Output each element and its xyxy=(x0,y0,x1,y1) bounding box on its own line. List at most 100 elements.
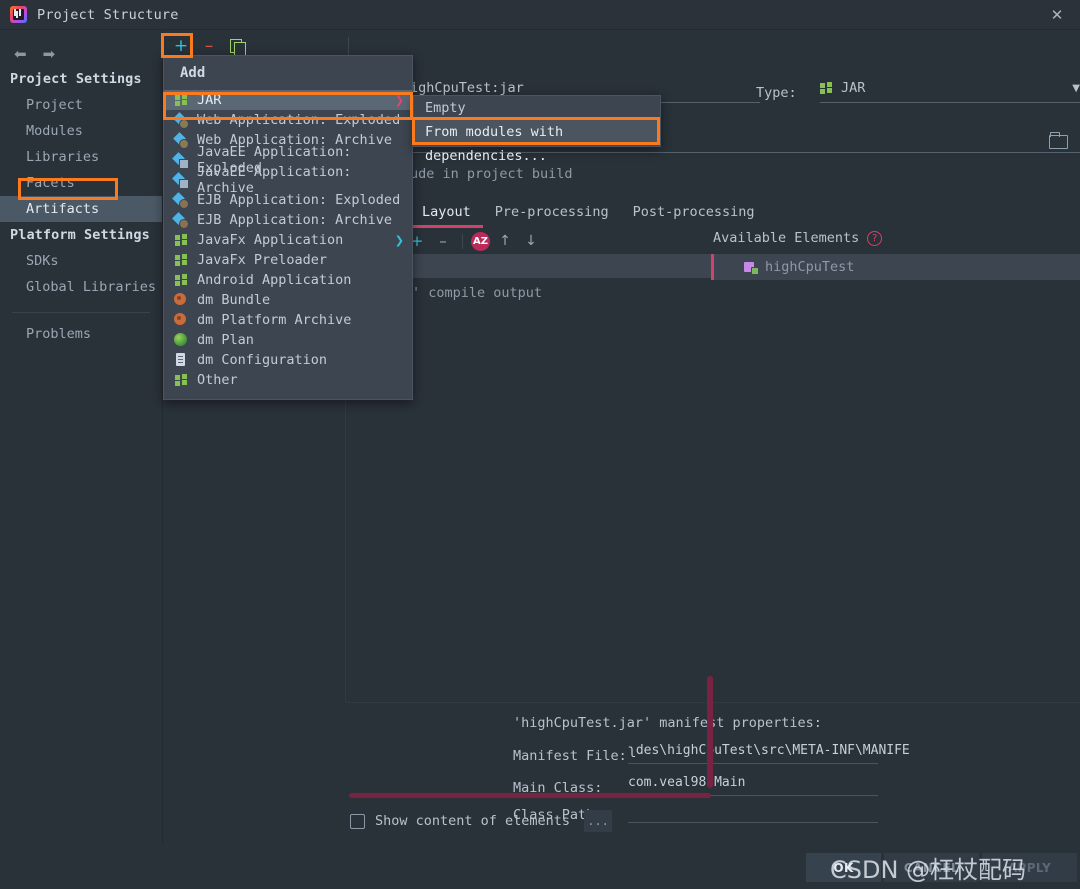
artifact-tabs: Layout Pre-processing Post-processing xyxy=(410,200,767,228)
manifest-file-value: ʅdes\highCpuTest\src\META-INF\MANIFE xyxy=(628,743,910,758)
available-element-label: highCpuTest xyxy=(765,259,855,275)
menu-item-other[interactable]: Other xyxy=(164,370,412,390)
available-elements-row[interactable]: highCpuTest xyxy=(714,254,1080,280)
close-icon[interactable]: ✕ xyxy=(1034,0,1080,30)
sidebar-item-global-libraries[interactable]: Global Libraries xyxy=(0,274,162,300)
artifact-type-underline xyxy=(820,102,1080,103)
menu-item-jar[interactable]: JAR ❯ xyxy=(164,90,412,110)
ellipsis-button[interactable]: ... xyxy=(584,810,613,832)
sidebar-nav-arrows: ⬅ ➡ xyxy=(0,30,162,66)
menu-item-dm-bundle[interactable]: dm Bundle xyxy=(164,290,412,310)
menu-item-android-application[interactable]: Android Application xyxy=(164,270,412,290)
sidebar-group-project-settings: Project Settings xyxy=(10,71,142,87)
tab-post-processing[interactable]: Post-processing xyxy=(621,200,767,228)
class-path-field[interactable] xyxy=(628,817,878,823)
window-title: Project Structure xyxy=(37,6,179,23)
watermark: CSDN @枉杖配码 xyxy=(830,856,1027,884)
web-application-icon xyxy=(174,133,189,149)
sidebar-item-modules[interactable]: Modules xyxy=(0,118,162,144)
sidebar: ⬅ ➡ Project Settings Project Modules Lib… xyxy=(0,30,163,845)
sort-alphabetically-icon[interactable]: AZ xyxy=(471,231,490,251)
menu-item-label: Other xyxy=(197,372,238,388)
include-in-project-build-checkbox[interactable]: ude in project build xyxy=(410,166,573,182)
manifest-file-field[interactable]: ʅdes\highCpuTest\src\META-INF\MANIFE xyxy=(628,743,910,764)
menu-item-label: dm Platform Archive xyxy=(197,312,352,328)
layout-toolbar-divider xyxy=(462,233,463,249)
menu-item-label: Web Application: Exploded xyxy=(197,112,401,128)
vertical-scrollbar[interactable] xyxy=(707,676,713,788)
sidebar-item-artifacts[interactable]: Artifacts xyxy=(0,196,162,222)
arrow-up-icon[interactable]: ↑ xyxy=(494,231,516,251)
module-icon xyxy=(744,261,759,275)
layout-remove-button[interactable]: – xyxy=(432,231,454,251)
other-icon xyxy=(174,373,188,387)
menu-item-label: EJB Application: Exploded xyxy=(197,192,401,208)
menu-item-dm-plan[interactable]: dm Plan xyxy=(164,330,412,350)
horizontal-scrollbar[interactable] xyxy=(349,793,711,798)
jar-icon xyxy=(820,81,833,95)
menu-item-label: dm Configuration xyxy=(197,352,328,368)
menu-item-label: JavaFx Preloader xyxy=(197,252,328,268)
submenu-item-from-modules-with-dependencies[interactable]: From modules with dependencies... xyxy=(414,120,660,164)
tab-pre-processing[interactable]: Pre-processing xyxy=(483,200,621,228)
toolbar-divider xyxy=(348,37,349,56)
submenu-item-empty[interactable]: Empty xyxy=(414,96,660,120)
show-content-label: Show content of elements xyxy=(375,813,571,829)
available-elements-header: Available Elements ? xyxy=(713,230,883,246)
jar-submenu: Empty From modules with dependencies... xyxy=(413,95,661,164)
javafx-icon xyxy=(174,253,188,267)
android-icon xyxy=(174,273,188,287)
menu-item-ejb-application-archive[interactable]: EJB Application: Archive xyxy=(164,210,412,230)
arrow-down-icon[interactable]: ↓ xyxy=(520,231,542,251)
menu-item-label: JavaFx Application xyxy=(197,232,344,248)
project-structure-dialog: Project Structure ✕ ⬅ ➡ Project Settings… xyxy=(0,0,1080,889)
sidebar-item-sdks[interactable]: SDKs xyxy=(0,248,162,274)
sidebar-item-facets[interactable]: Facets xyxy=(0,170,162,196)
sidebar-group-platform-settings: Platform Settings xyxy=(10,227,150,243)
show-content-of-elements-row: Show content of elements ... xyxy=(350,810,613,832)
menu-item-ejb-application-exploded[interactable]: EJB Application: Exploded xyxy=(164,190,412,210)
menu-item-label: dm Plan xyxy=(197,332,254,348)
chevron-down-icon[interactable]: ▼ xyxy=(1072,83,1080,94)
menu-item-javaee-application-archive[interactable]: JavaEE Application: Archive xyxy=(164,164,412,196)
add-artifact-popup-menu: Add JAR ❯ Web Application: Exploded Web … xyxy=(163,55,413,400)
folder-icon[interactable] xyxy=(1049,132,1069,149)
artifact-type-dropdown[interactable]: JAR ▼ xyxy=(820,80,1080,103)
sidebar-item-problems[interactable]: Problems xyxy=(0,321,162,347)
layout-toolbar: + – AZ ↑ ↓ xyxy=(406,230,542,252)
web-application-icon xyxy=(174,113,189,129)
menu-item-javafx-preloader[interactable]: JavaFx Preloader xyxy=(164,250,412,270)
help-glyph: ? xyxy=(872,232,878,244)
title-bar: Project Structure xyxy=(0,0,1080,30)
sidebar-item-libraries[interactable]: Libraries xyxy=(0,144,162,170)
show-content-checkbox[interactable] xyxy=(350,813,365,829)
menu-item-web-application-exploded[interactable]: Web Application: Exploded xyxy=(164,110,412,130)
tab-layout[interactable]: Layout xyxy=(410,200,483,228)
artifact-type-value: JAR xyxy=(841,80,866,96)
javaee-application-icon xyxy=(174,153,189,169)
menu-item-javafx-application[interactable]: JavaFx Application ❯ xyxy=(164,230,412,250)
arrow-right-icon[interactable]: ➡ xyxy=(43,45,56,63)
intellij-idea-logo-icon xyxy=(10,6,27,23)
dm-configuration-icon xyxy=(174,353,188,367)
arrow-left-icon[interactable]: ⬅ xyxy=(14,45,27,63)
javaee-application-icon xyxy=(174,173,189,189)
class-path-underline xyxy=(628,822,878,823)
chevron-right-icon: ❯ xyxy=(394,93,404,107)
dm-plan-icon xyxy=(174,333,188,347)
javafx-icon xyxy=(174,233,188,247)
menu-item-label: dm Bundle xyxy=(197,292,271,308)
menu-item-dm-platform-archive[interactable]: dm Platform Archive xyxy=(164,310,412,330)
dm-platform-icon xyxy=(174,313,188,327)
chevron-right-icon: ❯ xyxy=(394,233,404,247)
available-elements-label: Available Elements xyxy=(713,230,860,246)
artifact-type-label: Type: xyxy=(756,85,797,101)
menu-item-label: JAR xyxy=(197,92,222,108)
sidebar-item-project[interactable]: Project xyxy=(0,92,162,118)
manifest-file-label: Manifest File: xyxy=(513,748,627,764)
help-question-icon[interactable]: ? xyxy=(867,230,883,246)
ejb-application-icon xyxy=(174,213,189,229)
manifest-file-row: Manifest File: ʅdes\highCpuTest\src\META… xyxy=(513,743,910,764)
menu-item-dm-configuration[interactable]: dm Configuration xyxy=(164,350,412,370)
manifest-file-underline xyxy=(628,763,878,764)
